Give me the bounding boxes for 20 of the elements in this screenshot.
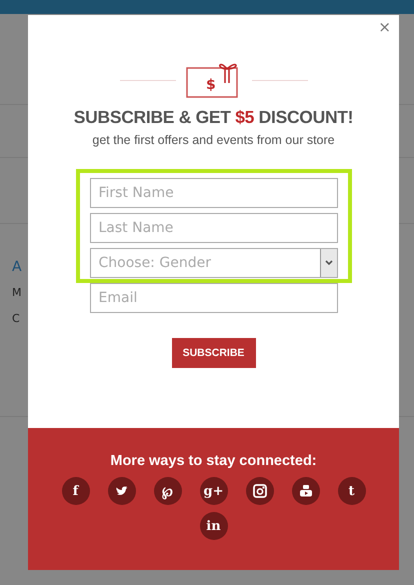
camera-icon	[252, 483, 268, 499]
social-link[interactable]: in	[200, 512, 228, 540]
text-fragment: M	[12, 286, 22, 300]
social-link[interactable]	[292, 477, 320, 505]
footer-title: More ways to stay connected:	[110, 453, 317, 469]
subtitle: get the first offers and events from our store	[92, 133, 335, 147]
heading: SUBSCRIBE & GET $5 DISCOUNT!	[74, 107, 354, 128]
social-link[interactable]: g+	[200, 477, 228, 505]
close-button[interactable]: ×	[376, 19, 393, 35]
subscribe-button[interactable]: SUBSCRIBE	[172, 338, 256, 368]
text-fragment: C	[12, 312, 20, 326]
input-field[interactable]: Last Name	[90, 213, 338, 243]
social-link[interactable]: f	[62, 477, 90, 505]
social-link[interactable]: t	[338, 477, 366, 505]
social-link[interactable]	[108, 477, 136, 505]
input-field[interactable]: First Name	[90, 178, 338, 208]
video-icon	[298, 483, 314, 499]
social-link[interactable]	[246, 477, 274, 505]
social-link[interactable]: ℘	[154, 477, 182, 505]
input-field[interactable]: Email	[90, 283, 338, 313]
